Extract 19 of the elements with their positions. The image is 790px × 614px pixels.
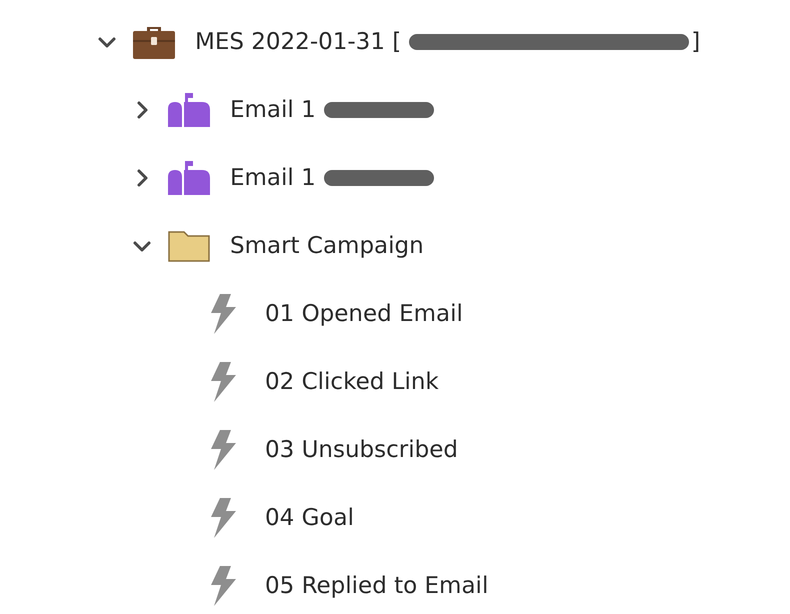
tree-item-label[interactable]: 05 Replied to Email	[265, 573, 488, 599]
lightning-bolt-icon	[211, 362, 237, 402]
mailbox-icon	[168, 161, 210, 195]
lightning-bolt-icon	[211, 498, 237, 538]
folder-icon	[168, 230, 210, 262]
tree-item-label[interactable]: 01 Opened Email	[265, 301, 463, 327]
lightning-bolt-icon	[211, 430, 237, 470]
lightning-bolt-icon	[211, 566, 237, 606]
mailbox-icon	[168, 93, 210, 127]
tree-item-label[interactable]: 03 Unsubscribed	[265, 437, 458, 463]
tree-item-label[interactable]: Smart Campaign	[230, 233, 424, 259]
tree-item-label[interactable]: 04 Goal	[265, 505, 354, 531]
bracket-text: ]	[691, 29, 700, 55]
tree-item-label[interactable]: MES 2022-01-31 [	[195, 29, 402, 55]
tree-item-label[interactable]: Email 1	[230, 97, 316, 123]
lightning-bolt-icon	[211, 294, 237, 334]
tree-item-label[interactable]: Email 1	[230, 165, 316, 191]
tree-item-label[interactable]: 02 Clicked Link	[265, 369, 439, 395]
briefcase-icon	[133, 25, 175, 59]
